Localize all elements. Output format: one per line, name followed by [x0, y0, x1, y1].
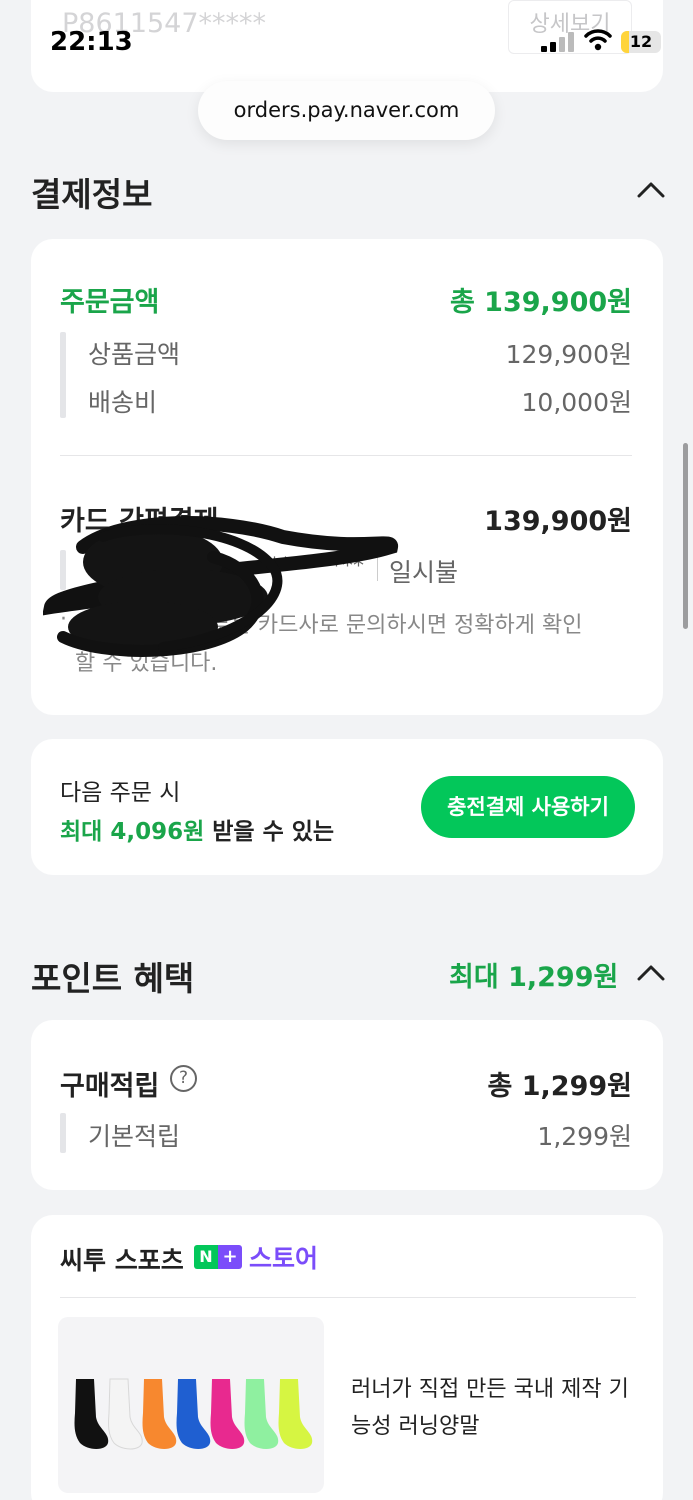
badge-plus: +: [218, 1245, 242, 1269]
badge-n: N: [194, 1245, 218, 1269]
product-title: 러너가 직접 만든 국내 제작 기 능성 러닝양말: [351, 1371, 641, 1445]
points-card: 구매적립 ? 총 1,299원 기본적립 1,299원: [31, 1020, 663, 1190]
product-title-line-1: 러너가 직접 만든 국내 제작 기: [351, 1377, 629, 1402]
order-amount-label: 주문금액: [60, 287, 160, 318]
payment-info-card: 주문금액 총 139,900원 상품금액 129,900원 배송비 10,000…: [31, 239, 663, 715]
help-icon[interactable]: ?: [170, 1065, 197, 1092]
charge-pay-promo-card: 다음 주문 시 최대 4,096원 받을 수 있는 충전결제 사용하기: [31, 739, 663, 875]
product-amount-value: 129,900원: [505, 340, 632, 369]
chevron-up-icon[interactable]: [637, 181, 665, 199]
chevron-up-icon[interactable]: [637, 964, 665, 982]
promo-line-2: 최대 4,096원 받을 수 있는: [60, 812, 334, 846]
payment-info-title: 결제정보: [31, 175, 153, 214]
sock-6: [244, 1379, 279, 1449]
sock-5: [210, 1379, 245, 1449]
purchase-points-value: 총 1,299원: [487, 1071, 632, 1102]
sock-image: [74, 1378, 313, 1450]
status-time: 22:13: [50, 27, 133, 57]
naver-plus-store-badge: N + 스토어: [194, 1243, 318, 1273]
purchase-points-label: 구매적립: [60, 1071, 160, 1102]
battery-icon: 12: [621, 31, 661, 53]
order-amount-value: 총 139,900원: [449, 287, 632, 318]
badge-store: 스토어: [249, 1244, 319, 1273]
divider: [60, 1297, 636, 1298]
url-bar[interactable]: orders.pay.naver.com: [198, 81, 495, 140]
sock-3: [142, 1379, 177, 1449]
promo-line-1: 다음 주문 시: [60, 780, 181, 806]
product-amount-label: 상품금액: [88, 340, 181, 369]
basic-points-label: 기본적립: [88, 1122, 181, 1151]
card-payment-value: 139,900원: [484, 506, 632, 537]
sock-7: [278, 1379, 313, 1449]
use-charge-pay-button[interactable]: 충전결제 사용하기: [421, 776, 635, 838]
sock-1: [74, 1379, 109, 1449]
sock-4: [176, 1379, 211, 1449]
basic-points-value: 1,299원: [537, 1122, 632, 1151]
redaction-scribble: [42, 507, 403, 671]
store-card: 씨투 스포츠 N + 스토어 러너가 직접 만든 국내 제작 기 능성 러닝양말: [31, 1215, 663, 1500]
battery-level: 12: [629, 32, 653, 51]
points-max-label: 최대 1,299원: [449, 962, 619, 993]
product-image[interactable]: [58, 1317, 324, 1493]
url-text: orders.pay.naver.com: [233, 98, 460, 122]
sock-2: [108, 1378, 143, 1450]
sub-item-bar: [60, 1113, 66, 1153]
wifi-icon: [584, 28, 612, 56]
product-title-line-2: 능성 러닝양말: [351, 1414, 480, 1439]
promo-receivable-text: 받을 수 있는: [212, 819, 335, 845]
sub-item-bar: [60, 332, 66, 418]
cellular-signal-icon: [541, 32, 575, 56]
promo-max-amount: 최대 4,096원: [60, 819, 205, 845]
points-benefit-title: 포인트 혜택: [31, 959, 195, 998]
shipping-fee-value: 10,000원: [521, 388, 632, 417]
divider: [60, 455, 632, 456]
store-name: 씨투 스포츠: [60, 1246, 184, 1275]
shipping-fee-label: 배송비: [88, 388, 158, 417]
scrollbar-thumb[interactable]: [683, 443, 688, 629]
